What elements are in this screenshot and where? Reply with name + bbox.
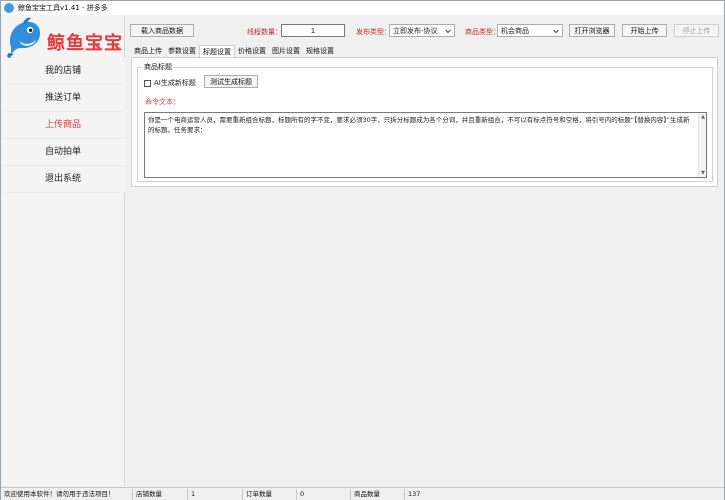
- stop-upload-button[interactable]: 停止上传: [674, 24, 719, 37]
- tab-spec-settings[interactable]: 规格设置: [303, 45, 337, 57]
- tab-product-upload[interactable]: 商品上传: [131, 45, 165, 57]
- app-icon: [4, 3, 14, 13]
- scroll-down-icon[interactable]: ▼: [700, 170, 706, 176]
- window-title: 鲸鱼宝宝工具v1.41 - 拼多多: [18, 4, 108, 12]
- sidebar-item-label: 我的店铺: [44, 66, 81, 76]
- sidebar-item-logout[interactable]: 退出系统: [1, 166, 125, 193]
- chevron-down-icon: [445, 29, 451, 34]
- publish-type-value: 立即发布-协议: [393, 26, 438, 35]
- title-bar: 鲸鱼宝宝工具v1.41 - 拼多多: [1, 1, 724, 15]
- status-notice: 欢迎使用本软件！请勿用于违法项目！: [4, 490, 115, 498]
- tab-price-settings[interactable]: 价格设置: [235, 45, 269, 57]
- product-count-value: 137: [404, 489, 420, 500]
- load-products-button[interactable]: 载入商品数据: [130, 24, 194, 37]
- ai-title-checkbox-label: AI生成新标题: [154, 79, 196, 87]
- logo-text: 鲸鱼宝宝: [47, 33, 123, 54]
- ai-title-checkbox[interactable]: AI生成新标题: [144, 78, 196, 88]
- tab-parameter-settings[interactable]: 参数设置: [165, 45, 199, 57]
- order-count-label: 订单数量: [242, 489, 272, 500]
- settings-tabs: 商品上传 参数设置 标题设置 价格设置 图片设置 规格设置: [131, 45, 337, 57]
- sidebar-item-auto-order[interactable]: 自动拍单: [1, 139, 125, 166]
- publish-type-label: 发布类型：: [356, 28, 391, 36]
- shop-count-label: 店铺数量: [132, 489, 162, 500]
- start-upload-button[interactable]: 开始上传: [622, 24, 667, 37]
- sidebar-item-push-orders[interactable]: 推送订单: [1, 85, 125, 112]
- sidebar-nav: 我的店铺 推送订单 上传商品 自动拍单 退出系统: [1, 58, 125, 193]
- sidebar-item-my-shop[interactable]: 我的店铺: [1, 58, 125, 85]
- threads-input[interactable]: 1: [281, 24, 345, 37]
- content-area: [125, 187, 724, 487]
- threads-label: 线程数量：: [247, 28, 282, 36]
- sidebar-item-label: 上传商品: [44, 120, 81, 130]
- order-count-value: 0: [296, 489, 304, 500]
- sidebar-item-upload-products[interactable]: 上传商品: [1, 112, 125, 139]
- toolbar: 载入商品数据 线程数量： 1 发布类型： 立即发布-协议 商品类型： 机会商品 …: [125, 15, 724, 45]
- prompt-textarea[interactable]: 你是一个电商运营人员，需要重新组合标题，标题所有的字不变，要求必须30字，只拆分…: [144, 112, 707, 178]
- product-count-label: 商品数量: [350, 489, 380, 500]
- product-type-select[interactable]: 机会商品: [497, 24, 563, 37]
- chevron-down-icon: [553, 29, 559, 34]
- sidebar-item-label: 推送订单: [44, 93, 81, 103]
- product-type-value: 机会商品: [501, 26, 529, 35]
- test-generate-title-button[interactable]: 测试生成标题: [204, 75, 258, 88]
- shop-count-value: 1: [187, 489, 195, 500]
- app-window: 鲸鱼宝宝工具v1.41 - 拼多多 鲸鱼宝宝 我的店铺 推送订单 上传商品 自动…: [0, 0, 725, 500]
- open-browser-button[interactable]: 打开浏览器: [569, 24, 615, 37]
- prompt-label: 命令文本：: [145, 98, 180, 106]
- scroll-up-icon[interactable]: ▲: [700, 114, 706, 120]
- status-bar: 欢迎使用本软件！请勿用于违法项目！ 店铺数量 1 订单数量 0 商品数量 137: [1, 487, 724, 500]
- title-settings-panel: 商品标题 AI生成新标题 测试生成标题 命令文本： 你是一个电商运营人员，需要重…: [131, 57, 718, 187]
- product-title-group: 商品标题 AI生成新标题 测试生成标题 命令文本： 你是一个电商运营人员，需要重…: [137, 62, 713, 182]
- tab-image-settings[interactable]: 图片设置: [269, 45, 303, 57]
- sidebar: 鲸鱼宝宝 我的店铺 推送订单 上传商品 自动拍单 退出系统: [1, 15, 125, 486]
- vertical-scrollbar[interactable]: ▲ ▼: [698, 113, 706, 177]
- sidebar-item-label: 退出系统: [44, 174, 81, 184]
- checkbox-box[interactable]: [144, 79, 151, 87]
- group-title: 商品标题: [142, 62, 174, 72]
- sidebar-item-label: 自动拍单: [44, 147, 81, 157]
- product-type-label: 商品类型：: [465, 28, 500, 36]
- logo: 鲸鱼宝宝: [5, 17, 123, 61]
- publish-type-select[interactable]: 立即发布-协议: [389, 24, 455, 37]
- dolphin-logo-icon: [7, 17, 41, 58]
- tab-title-settings[interactable]: 标题设置: [199, 45, 235, 57]
- prompt-text: 你是一个电商运营人员，需要重新组合标题，标题所有的字不变，要求必须30字，只拆分…: [148, 116, 690, 134]
